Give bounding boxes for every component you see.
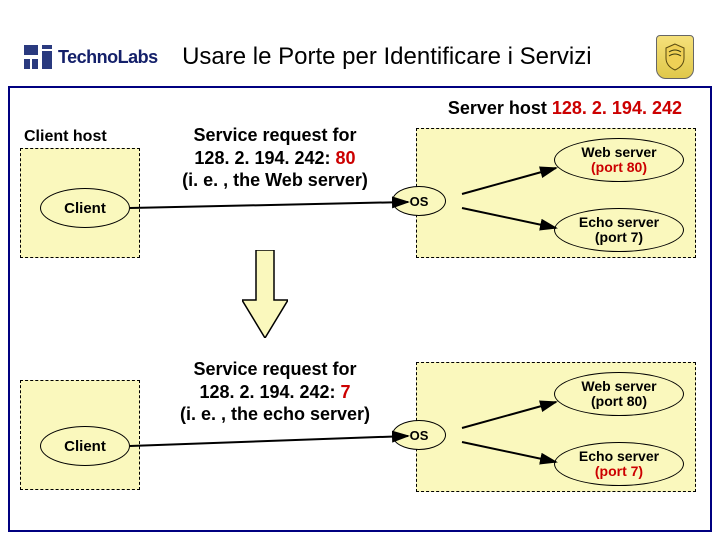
- client-node-2: Client: [40, 426, 130, 466]
- slide-title: Usare le Porte per Identificare i Serviz…: [158, 43, 656, 71]
- server-host-label: Server host 128. 2. 194. 242: [448, 98, 682, 119]
- crest-icon: [656, 35, 694, 79]
- request-text-2: Service request for 128. 2. 194. 242: 7 …: [160, 358, 390, 426]
- client-node-1: Client: [40, 188, 130, 228]
- client-host-label-1: Client host: [24, 128, 107, 146]
- brand-logo: TechnoLabs: [24, 43, 158, 71]
- down-arrow-icon: [242, 250, 288, 338]
- title-bar: TechnoLabs Usare le Porte per Identifica…: [8, 28, 712, 88]
- request-text-1: Service request for 128. 2. 194. 242: 80…: [160, 124, 390, 192]
- echo-server-node-1: Echo server(port 7): [554, 208, 684, 252]
- os-node-1: OS: [392, 186, 446, 216]
- server-ip: 128. 2. 194. 242: [552, 98, 682, 118]
- web-server-node-1: Web server(port 80): [554, 138, 684, 182]
- web-server-node-2: Web server(port 80): [554, 372, 684, 416]
- os-node-2: OS: [392, 420, 446, 450]
- diagram-canvas: Server host 128. 2. 194. 242 Client host…: [10, 90, 710, 530]
- echo-server-node-2: Echo server(port 7): [554, 442, 684, 486]
- brand-text: TechnoLabs: [58, 47, 158, 68]
